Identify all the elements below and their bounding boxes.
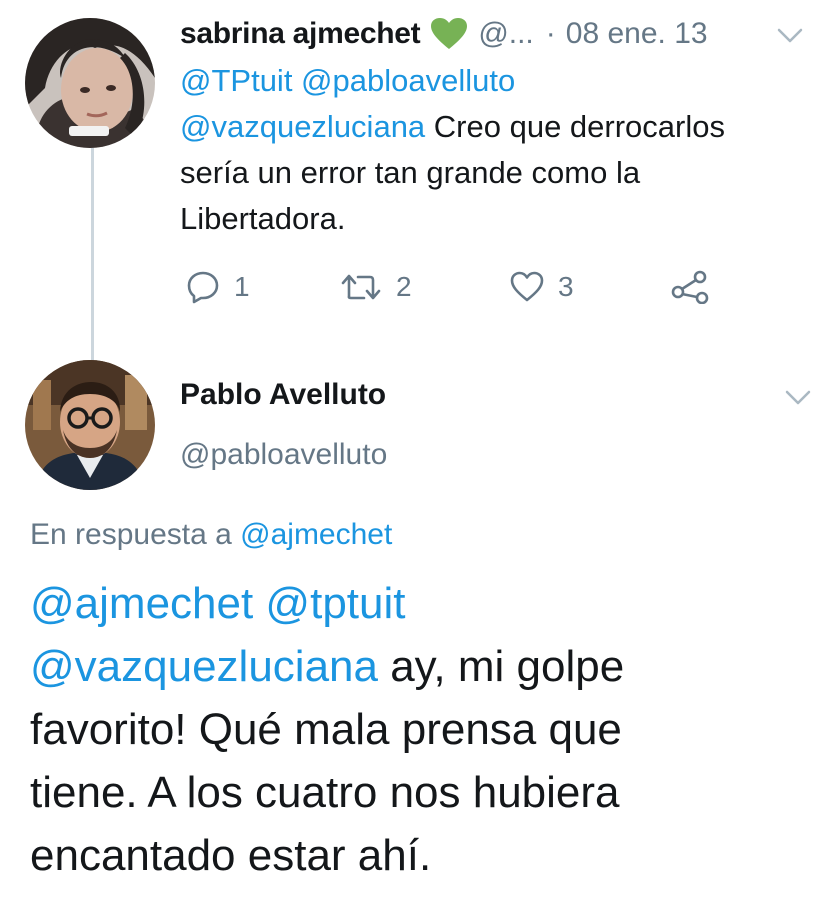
reply-button[interactable]: 1 xyxy=(186,264,250,310)
avatar-photo xyxy=(25,18,155,148)
share-button[interactable] xyxy=(670,264,710,310)
tweet-text: Creo que derrocarlos xyxy=(425,109,725,144)
tweet-text: Libertadora. xyxy=(180,201,346,236)
like-button[interactable]: 3 xyxy=(510,264,574,310)
avatar-photo xyxy=(25,360,155,490)
thread-connector-line xyxy=(91,142,94,364)
chevron-down-icon[interactable] xyxy=(780,380,816,416)
retweet-icon xyxy=(341,274,381,300)
tweet-date[interactable]: 08 ene. 13 xyxy=(566,17,708,51)
author-handle[interactable]: @... xyxy=(478,17,533,51)
tweet-text: favorito! Qué mala prensa que xyxy=(30,705,622,754)
avatar-sabrina[interactable] xyxy=(25,18,155,148)
green-heart-emoji xyxy=(430,17,468,51)
author-name[interactable]: Pablo Avelluto xyxy=(180,378,386,412)
tweet-text: tiene. A los cuatro nos hubiera xyxy=(30,768,620,817)
mention-link[interactable]: @TPtuit @pabloavelluto xyxy=(180,63,515,98)
separator-dot: · xyxy=(545,17,556,50)
avatar-pablo[interactable] xyxy=(25,360,155,490)
reply-context: En respuesta a @ajmechet xyxy=(30,518,392,552)
author-name[interactable]: sabrina ajmechet xyxy=(180,17,421,51)
chevron-down-icon[interactable] xyxy=(772,18,808,54)
reply-icon xyxy=(187,271,219,304)
tweet-text: sería un error tan grande como la xyxy=(180,155,641,190)
mention-link[interactable]: @vazquezluciana xyxy=(30,642,378,691)
like-count: 3 xyxy=(558,271,574,302)
reply-count: 1 xyxy=(234,271,250,302)
author-handle[interactable]: @pabloavelluto xyxy=(180,438,387,472)
retweet-count: 2 xyxy=(396,271,412,302)
tweet-actions: 1 2 3 xyxy=(180,264,740,310)
tweet-text: ay, mi golpe xyxy=(377,642,625,691)
reply-to-link[interactable]: @ajmechet xyxy=(240,518,392,551)
reply-prefix: En respuesta a xyxy=(30,518,232,551)
mention-link[interactable]: @vazquezluciana xyxy=(180,109,425,144)
retweet-button[interactable]: 2 xyxy=(340,264,412,310)
main-tweet-text: @ajmechet @tptuit @vazquezluciana ay, mi… xyxy=(30,572,820,887)
share-icon xyxy=(671,270,709,304)
mention-link[interactable]: @ajmechet @tptuit xyxy=(30,579,405,628)
tweet-text: encantado estar ahí. xyxy=(30,831,432,880)
like-icon xyxy=(510,271,544,302)
parent-tweet-header: sabrina ajmechet @... · 08 ene. 13 xyxy=(180,14,708,54)
parent-tweet-text: @TPtuit @pabloavelluto @vazquezluciana C… xyxy=(180,58,800,242)
